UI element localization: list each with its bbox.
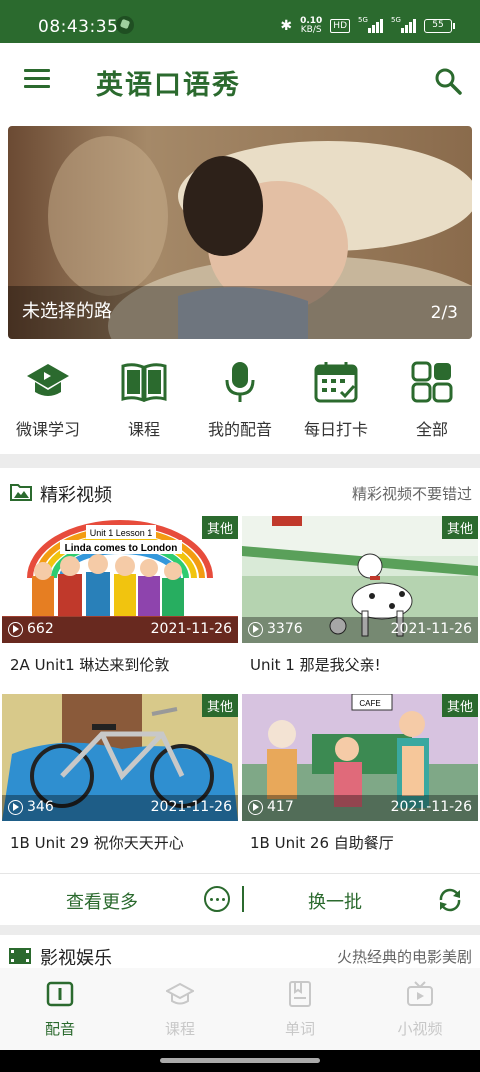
video-date: 2021-11-26 [390, 621, 472, 637]
refresh-icon[interactable] [436, 886, 464, 914]
video-card[interactable]: CAFE 其他 417 2021-11-26 1B Unit 26 自助餐厅 [242, 694, 478, 864]
quick-item-micro-course[interactable]: 微课学习 [0, 358, 96, 448]
nav-tab-dub[interactable]: 配音 [0, 968, 120, 1050]
film-icon [9, 948, 31, 964]
view-more-button[interactable]: 查看更多 [66, 888, 138, 914]
bottom-navigation: 配音 课程 单词 小视频 [0, 968, 480, 1050]
play-count: 662 [27, 621, 54, 637]
tv-icon [407, 981, 433, 1006]
video-card[interactable]: Unit 1 Lesson 1 Linda comes to London 其他… [2, 516, 238, 686]
home-indicator[interactable] [160, 1058, 320, 1063]
signal-icon: 5G [358, 16, 383, 33]
quick-item-my-dub[interactable]: 我的配音 [192, 358, 288, 448]
status-time: 08:43:35 [38, 17, 119, 37]
refresh-batch-button[interactable]: 换一批 [308, 888, 362, 914]
bluetooth-icon: ✱ [280, 18, 293, 34]
play-count-icon [248, 799, 263, 815]
play-count: 417 [267, 799, 294, 815]
signal-icon-2: 5G [391, 16, 416, 33]
category-tag: 其他 [201, 694, 238, 717]
app-title: 英语口语秀 [96, 70, 241, 101]
section-title: 精彩视频 [40, 485, 112, 506]
svg-text:Unit 1 Lesson 1: Unit 1 Lesson 1 [90, 528, 153, 538]
word-book-icon [289, 981, 311, 1007]
category-tag: 其他 [201, 516, 238, 539]
video-title: 1B Unit 29 祝你天天开心 [10, 834, 184, 852]
banner-area: 未选择的路 2/3 微课学习 课程 我的配音 每日打卡 全部 [0, 118, 480, 454]
dub-book-icon [46, 981, 74, 1007]
video-date: 2021-11-26 [390, 799, 472, 815]
svg-text:CAFE: CAFE [359, 699, 380, 708]
quick-item-course[interactable]: 课程 [96, 358, 192, 448]
app-bar: 英语口语秀 [0, 43, 480, 118]
play-count-icon [248, 621, 263, 637]
featured-videos-section: 精彩视频 精彩视频不要错过 Unit 1 Lesson 1 Linda come… [0, 468, 480, 925]
banner-index: 2/3 [430, 303, 458, 323]
banner-carousel[interactable]: 未选择的路 2/3 [8, 126, 472, 339]
search-icon[interactable] [434, 67, 462, 95]
more-dots-icon[interactable] [204, 886, 230, 912]
system-home-bar [0, 1050, 480, 1072]
nav-tab-short-video[interactable]: 小视频 [360, 968, 480, 1050]
microphone-icon [225, 362, 255, 402]
network-speed: 0.10 KB/S [300, 16, 323, 35]
quick-item-daily-checkin[interactable]: 每日打卡 [288, 358, 384, 448]
video-title: Unit 1 那是我父亲! [250, 656, 381, 674]
play-count-icon [8, 799, 23, 815]
battery-icon: 55 [424, 19, 455, 33]
nav-tab-words[interactable]: 单词 [240, 968, 360, 1050]
video-date: 2021-11-26 [150, 799, 232, 815]
menu-icon[interactable] [24, 69, 50, 89]
video-title: 2A Unit1 琳达来到伦敦 [10, 656, 170, 674]
hd-icon: HD [330, 19, 350, 33]
quick-item-all[interactable]: 全部 [384, 358, 480, 448]
category-tag: 其他 [441, 516, 478, 539]
section-title: 影视娱乐 [40, 948, 112, 969]
video-title: 1B Unit 26 自助餐厅 [250, 834, 394, 852]
video-card[interactable]: 其他 3376 2021-11-26 Unit 1 那是我父亲! [242, 516, 478, 686]
section-subtitle: 精彩视频不要错过 [351, 485, 472, 503]
video-card[interactable]: 其他 346 2021-11-26 1B Unit 29 祝你天天开心 [2, 694, 238, 864]
graduation-cap-icon [27, 364, 69, 396]
folder-icon [10, 484, 32, 501]
banner-title: 未选择的路 [22, 301, 112, 322]
course-cap-icon [164, 982, 196, 1005]
app-notification-icon [116, 16, 134, 34]
grid-icon [411, 361, 453, 403]
nav-tab-course[interactable]: 课程 [120, 968, 240, 1050]
category-tag: 其他 [441, 694, 478, 717]
play-count: 346 [27, 799, 54, 815]
status-bar: 08:43:35 ✱ 0.10 KB/S HD 5G 5G 55 [0, 0, 480, 43]
book-icon [121, 363, 167, 402]
quick-actions: 微课学习 课程 我的配音 每日打卡 全部 [0, 358, 480, 448]
section-header: 精彩视频 精彩视频不要错过 [0, 468, 480, 516]
video-date: 2021-11-26 [150, 621, 232, 637]
calendar-check-icon [314, 362, 358, 403]
play-count: 3376 [267, 621, 303, 637]
section-subtitle: 火热经典的电影美剧 [336, 948, 472, 966]
play-count-icon [8, 621, 23, 637]
section-footer: 查看更多 换一批 [0, 873, 480, 925]
svg-text:Linda comes to London: Linda comes to London [65, 543, 178, 554]
